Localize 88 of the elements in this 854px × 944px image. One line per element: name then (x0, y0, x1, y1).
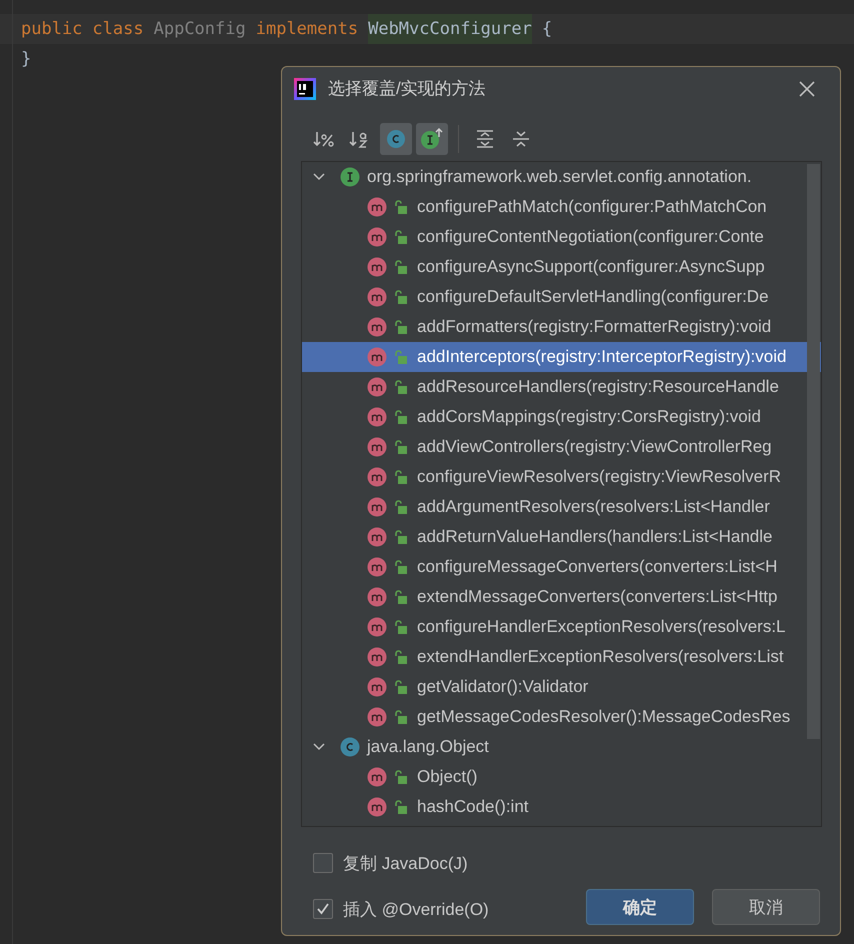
checkmark-icon (315, 901, 331, 917)
method-row[interactable]: addFormatters(registry:FormatterRegistry):void (302, 312, 821, 342)
method-row[interactable]: addInterceptors(registry:InterceptorRegistry):void (302, 342, 821, 372)
method-row[interactable]: configureViewResolvers(registry:ViewResolverR (302, 462, 821, 492)
tree-group-label[interactable]: java.lang.Object (367, 736, 489, 757)
unlocked-icon (393, 618, 407, 635)
checkbox-label: 复制 JavaDoc(J) (343, 852, 468, 874)
class-icon (385, 128, 407, 150)
method-icon (367, 586, 387, 607)
method-icon (367, 286, 387, 307)
code-token: implements (256, 18, 358, 41)
method-icon (367, 616, 387, 637)
method-icon (367, 676, 387, 697)
method-icon (367, 646, 387, 667)
method-icon (367, 226, 387, 247)
code-token: { (542, 18, 552, 41)
method-icon (367, 706, 387, 727)
expand-all-icon (475, 128, 495, 149)
method-row[interactable]: extendMessageConverters(converters:List<Http (302, 582, 821, 612)
method-row[interactable]: addArgumentResolvers(resolvers:List<Handler (302, 492, 821, 522)
method-icon (367, 496, 387, 517)
method-row[interactable]: extendHandlerExceptionResolvers(resolvers:List (302, 642, 821, 672)
method-row[interactable]: addCorsMappings(registry:CorsRegistry):void (302, 402, 821, 432)
collapse-all-icon (511, 128, 531, 149)
unlocked-icon (393, 528, 407, 545)
unlocked-icon (393, 198, 407, 215)
close-icon[interactable] (798, 80, 816, 98)
unlocked-icon (393, 648, 407, 665)
unlocked-icon (393, 468, 407, 485)
method-icon (367, 436, 387, 457)
method-row[interactable]: hashCode():int (302, 792, 821, 822)
tree-group-label[interactable]: org.springframework.web.servlet.config.annotation. (367, 166, 752, 187)
method-icon (367, 466, 387, 487)
cancel-button[interactable]: 取消 (712, 889, 820, 925)
method-row[interactable]: configureMessageConverters(converters:List<H (302, 552, 821, 582)
method-icon (367, 256, 387, 277)
method-row[interactable]: Object() (302, 762, 821, 792)
checkbox[interactable] (313, 853, 333, 873)
unlocked-icon (393, 228, 407, 245)
unlocked-icon (393, 408, 407, 425)
checkbox-label: 插入 @Override(O) (343, 898, 489, 920)
code-token: WebMvcConfigurer (368, 14, 532, 44)
unlocked-icon (393, 558, 407, 575)
method-icon (367, 406, 387, 427)
unlocked-icon (393, 438, 407, 455)
checkbox[interactable] (313, 899, 333, 919)
method-row[interactable]: configureDefaultServletHandling(configurer:De (302, 282, 821, 312)
method-row[interactable]: getMessageCodesResolver():MessageCodesRes (302, 702, 821, 732)
method-icon (367, 316, 387, 337)
method-icon (367, 526, 387, 547)
show-classes-button[interactable] (380, 122, 412, 155)
unlocked-icon (393, 378, 407, 395)
method-icon (367, 346, 387, 367)
method-row[interactable]: addReturnValueHandlers(handlers:List<Handle (302, 522, 821, 552)
method-icon (367, 196, 387, 217)
interface-icon (340, 166, 360, 187)
method-row[interactable]: addViewControllers(registry:ViewControllerReg (302, 432, 821, 462)
code-token: AppConfig (154, 18, 246, 41)
code-token: } (21, 48, 32, 71)
unlocked-icon (393, 678, 407, 695)
unlocked-icon (393, 318, 407, 335)
method-row[interactable]: configurePathMatch(configurer:PathMatchCon (302, 192, 821, 222)
unlocked-icon (393, 258, 407, 275)
vertical-scrollbar[interactable] (807, 164, 820, 739)
unlocked-icon (393, 348, 407, 365)
method-icon (367, 556, 387, 577)
show-interfaces-button[interactable] (416, 122, 448, 155)
unlocked-icon (393, 588, 407, 605)
ok-button[interactable]: 确定 (586, 889, 694, 925)
method-row[interactable]: getValidator():Validator (302, 672, 821, 702)
dialog-title: 选择覆盖/实现的方法 (328, 78, 487, 100)
class-icon (340, 736, 360, 757)
method-icon (367, 376, 387, 397)
method-icon (367, 766, 387, 787)
app-logo-icon (294, 78, 316, 100)
method-row[interactable]: configureAsyncSupport(configurer:AsyncSupp (302, 252, 821, 282)
method-icon (367, 796, 387, 817)
interface-icon (420, 126, 444, 151)
method-row[interactable]: configureContentNegotiation(configurer:Conte (302, 222, 821, 252)
unlocked-icon (393, 498, 407, 515)
code-token: public (21, 18, 82, 41)
unlocked-icon (393, 798, 407, 815)
method-row[interactable]: addResourceHandlers(registry:ResourceHandle (302, 372, 821, 402)
method-row[interactable]: configureHandlerExceptionResolvers(resolvers:L (302, 612, 821, 642)
code-token: class (92, 18, 144, 41)
unlocked-icon (393, 288, 407, 305)
unlocked-icon (393, 708, 407, 725)
unlocked-icon (393, 768, 407, 785)
